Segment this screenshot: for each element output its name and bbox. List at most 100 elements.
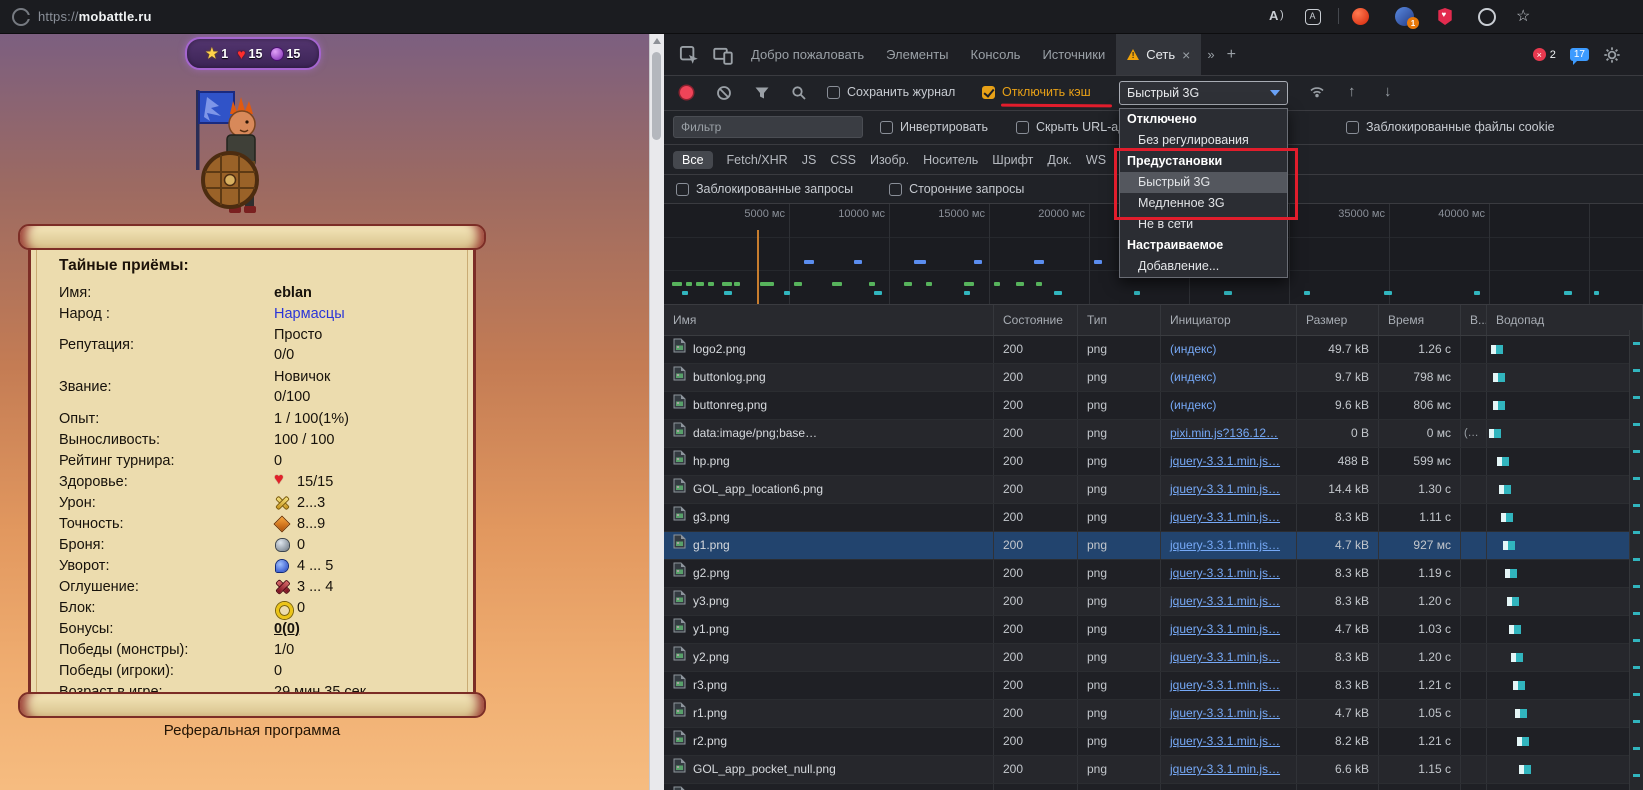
column-header[interactable]: Размер <box>1297 305 1379 335</box>
scrollbar-thumb[interactable] <box>652 52 661 140</box>
network-request-row[interactable]: logo2.png200png(индекс)49.7 kB1.26 с <box>664 336 1643 364</box>
referral-program-link[interactable]: Реферальная программа <box>18 722 486 739</box>
type-filter-chip[interactable]: Все <box>673 151 713 169</box>
network-request-row[interactable]: y3.png200pngjquery-3.3.1.min.js…8.3 kB1.… <box>664 588 1643 616</box>
export-har-icon[interactable] <box>1348 83 1356 100</box>
initiator-link[interactable]: (индекс) <box>1170 342 1216 356</box>
network-request-row[interactable]: buttonreg.png200png(индекс)9.6 kB806 мс <box>664 392 1643 420</box>
column-header[interactable]: Тип <box>1078 305 1161 335</box>
initiator-link[interactable]: jquery-3.3.1.min.js… <box>1170 566 1280 580</box>
profile-avatar[interactable]: 1 <box>1395 7 1414 26</box>
messages-badge[interactable]: 17 <box>1570 48 1589 61</box>
throttling-select[interactable]: Быстрый 3G <box>1119 81 1288 105</box>
type-filter-chip[interactable]: JS <box>802 153 817 167</box>
preserve-log-checkbox[interactable] <box>827 86 840 99</box>
initiator-link[interactable]: jquery-3.3.1.min.js… <box>1170 622 1280 636</box>
initiator-link[interactable]: jquery-3.3.1.min.js… <box>1170 650 1280 664</box>
address-bar[interactable]: https://mobattle.ru <box>38 9 152 24</box>
initiator-link[interactable]: (индекс) <box>1170 370 1216 384</box>
translate-icon[interactable] <box>1305 9 1321 25</box>
hide-data-urls-checkbox[interactable] <box>1016 121 1029 134</box>
tab-welcome[interactable]: Добро пожаловать <box>740 34 875 75</box>
type-filter-chip[interactable]: Изобр. <box>870 153 909 167</box>
network-request-row[interactable]: r1.png200pngjquery-3.3.1.min.js…4.7 kB1.… <box>664 700 1643 728</box>
column-header[interactable]: Имя <box>664 305 994 335</box>
type-filter-chip[interactable]: WS <box>1086 153 1106 167</box>
initiator-link[interactable]: jquery-3.3.1.min.js… <box>1170 762 1280 776</box>
initiator-link[interactable]: jquery-3.3.1.min.js… <box>1170 594 1280 608</box>
network-conditions-icon[interactable] <box>1309 84 1325 100</box>
invert-checkbox[interactable] <box>880 121 893 134</box>
network-request-row[interactable]: hp.png200pngjquery-3.3.1.min.js…488 B599… <box>664 448 1643 476</box>
shield-extension-icon[interactable] <box>1437 8 1453 25</box>
network-request-row[interactable]: GOL_app_pocket.png200pngjquery-3.3.1.min… <box>664 784 1643 790</box>
add-tab-icon[interactable] <box>1227 46 1236 64</box>
import-har-icon[interactable] <box>1384 83 1392 100</box>
filter-input[interactable] <box>673 116 863 138</box>
throttle-option[interactable]: Без регулирования <box>1120 130 1287 151</box>
filter-icon[interactable] <box>754 85 770 101</box>
more-tabs-icon[interactable] <box>1207 47 1214 62</box>
throttle-option[interactable]: Не в сети <box>1120 214 1287 235</box>
tab-network[interactable]: Сеть <box>1116 34 1201 75</box>
throttle-option[interactable]: Быстрый 3G <box>1120 172 1287 193</box>
initiator-link[interactable]: jquery-3.3.1.min.js… <box>1170 510 1280 524</box>
extension-circle-icon[interactable] <box>1478 8 1496 26</box>
table-scrollbar[interactable] <box>1629 330 1643 790</box>
network-request-row[interactable]: g2.png200pngjquery-3.3.1.min.js…8.3 kB1.… <box>664 560 1643 588</box>
type-filter-chip[interactable]: Док. <box>1047 153 1072 167</box>
tab-console[interactable]: Консоль <box>960 34 1032 75</box>
errors-badge[interactable]: 2 <box>1533 48 1556 61</box>
column-header[interactable]: Инициатор <box>1161 305 1297 335</box>
request-filter-checkbox[interactable] <box>676 183 689 196</box>
network-request-row[interactable]: buttonlog.png200png(индекс)9.7 kB798 мс <box>664 364 1643 392</box>
record-button[interactable] <box>680 86 693 99</box>
device-toolbar-icon[interactable] <box>713 45 733 65</box>
network-request-row[interactable]: y2.png200pngjquery-3.3.1.min.js…8.3 kB1.… <box>664 644 1643 672</box>
tab-sources[interactable]: Источники <box>1031 34 1116 75</box>
initiator-link[interactable]: jquery-3.3.1.min.js… <box>1170 706 1280 720</box>
network-request-row[interactable]: r3.png200pngjquery-3.3.1.min.js…8.3 kB1.… <box>664 672 1643 700</box>
column-header[interactable]: Состояние <box>994 305 1078 335</box>
initiator-link[interactable]: jquery-3.3.1.min.js… <box>1170 734 1280 748</box>
network-request-row[interactable]: r2.png200pngjquery-3.3.1.min.js…8.2 kB1.… <box>664 728 1643 756</box>
initiator-link[interactable]: (индекс) <box>1170 398 1216 412</box>
type-filter-chip[interactable]: Fetch/XHR <box>727 153 788 167</box>
network-request-row[interactable]: g1.png200pngjquery-3.3.1.min.js…4.7 kB92… <box>664 532 1643 560</box>
site-info-icon[interactable] <box>12 8 30 26</box>
network-request-row[interactable]: GOL_app_location6.png200pngjquery-3.3.1.… <box>664 476 1643 504</box>
type-filter-chip[interactable]: Носитель <box>923 153 978 167</box>
initiator-link[interactable]: pixi.min.js?136.12… <box>1170 426 1278 440</box>
initiator-link[interactable]: jquery-3.3.1.min.js… <box>1170 538 1280 552</box>
throttle-option[interactable]: Медленное 3G <box>1120 193 1287 214</box>
initiator-link[interactable]: jquery-3.3.1.min.js… <box>1170 678 1280 692</box>
stat-value-text[interactable]: Нармасцы <box>274 306 345 322</box>
initiator-link[interactable]: jquery-3.3.1.min.js… <box>1170 482 1280 496</box>
clear-icon[interactable] <box>716 85 732 101</box>
favorites-icon[interactable] <box>1516 7 1536 27</box>
inspect-element-icon[interactable] <box>679 45 699 65</box>
column-header[interactable]: Водопад <box>1487 305 1643 335</box>
page-scrollbar[interactable] <box>649 34 664 790</box>
network-request-row[interactable]: GOL_app_pocket_null.png200pngjquery-3.3.… <box>664 756 1643 784</box>
stat-value-text[interactable]: 0(0) <box>274 621 300 637</box>
request-filter-checkbox[interactable] <box>889 183 902 196</box>
search-icon[interactable] <box>791 85 807 101</box>
network-request-row[interactable]: g3.png200pngjquery-3.3.1.min.js…8.3 kB1.… <box>664 504 1643 532</box>
column-header[interactable]: В... <box>1461 305 1487 335</box>
gear-icon[interactable] <box>1603 46 1621 64</box>
type-filter-chip[interactable]: Шрифт <box>992 153 1033 167</box>
initiator-link[interactable]: jquery-3.3.1.min.js… <box>1170 454 1280 468</box>
tab-close-icon[interactable] <box>1182 48 1190 62</box>
extension-red-icon[interactable] <box>1352 8 1369 25</box>
disable-cache-checkbox[interactable] <box>982 86 995 99</box>
throttle-option[interactable]: Добавление... <box>1120 256 1287 277</box>
scrollbar-up-arrow[interactable] <box>653 38 661 44</box>
blocked-cookies-checkbox[interactable] <box>1346 121 1359 134</box>
tab-elements[interactable]: Элементы <box>875 34 959 75</box>
read-aloud-icon[interactable] <box>1267 7 1287 27</box>
column-header[interactable]: Время <box>1379 305 1461 335</box>
type-filter-chip[interactable]: CSS <box>830 153 856 167</box>
network-request-row[interactable]: y1.png200pngjquery-3.3.1.min.js…4.7 kB1.… <box>664 616 1643 644</box>
network-request-row[interactable]: data:image/png;base…200pngpixi.min.js?13… <box>664 420 1643 448</box>
